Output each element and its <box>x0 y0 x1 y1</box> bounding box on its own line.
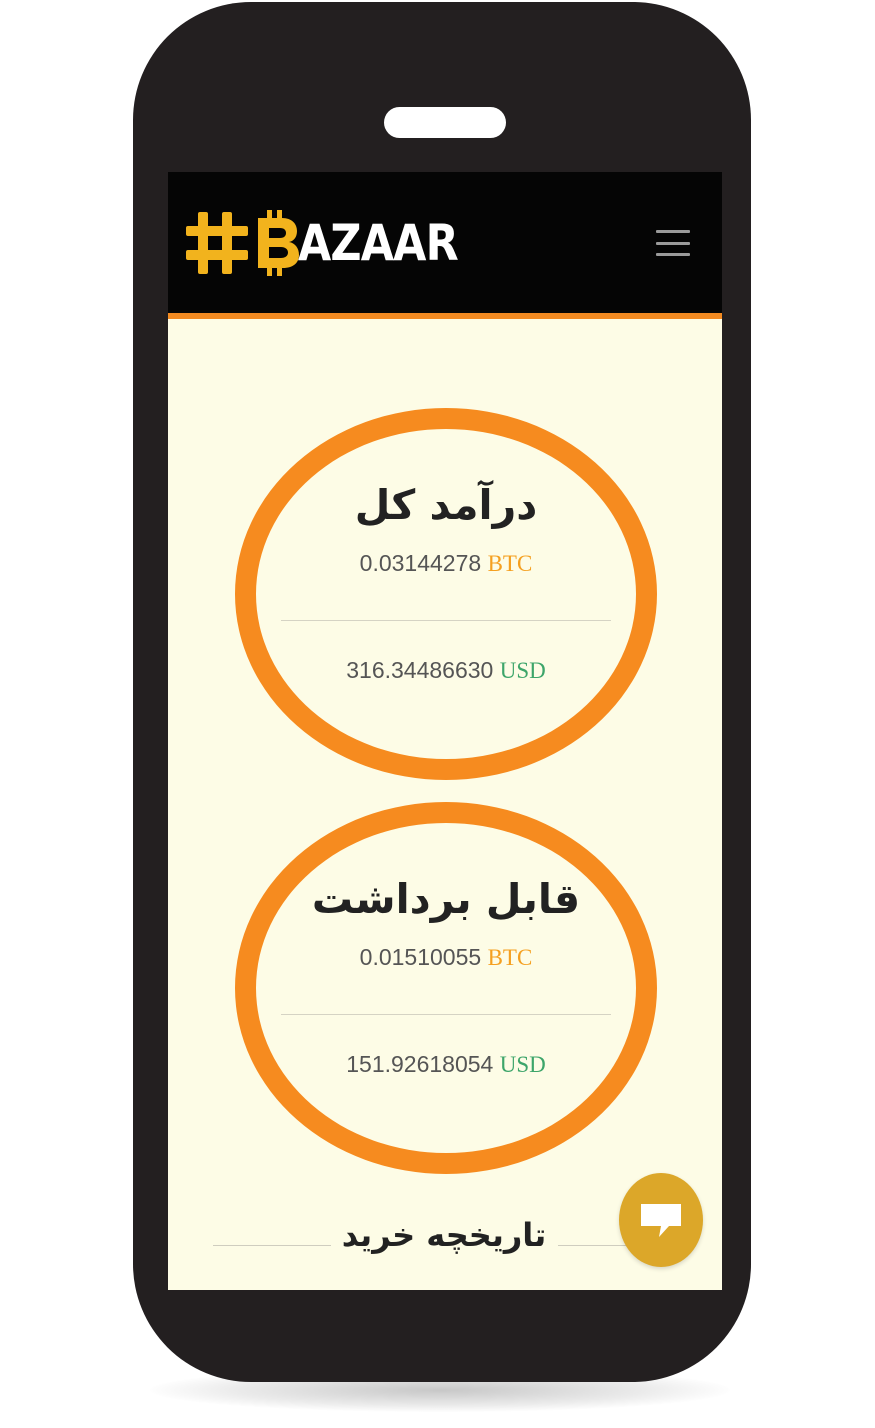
bazaar-logo[interactable]: AZAAR <box>186 208 484 278</box>
usd-unit: USD <box>499 1052 546 1077</box>
btc-amount: 0.01510055 BTC <box>256 944 636 971</box>
btc-value: 0.03144278 <box>359 550 482 576</box>
app-screen: AZAAR درآمد کل 0.03144278 BTC 316.344866… <box>168 172 722 1290</box>
chat-bubble-icon <box>641 1204 681 1237</box>
navbar-accent-border <box>168 313 722 319</box>
btc-unit: BTC <box>487 551 533 576</box>
menu-bar-top <box>656 230 690 233</box>
usd-value: 316.34486630 <box>346 657 494 683</box>
chat-button[interactable] <box>619 1173 703 1267</box>
purchase-history-heading: تاریخچه خرید <box>213 1212 633 1272</box>
heading-rule-right <box>558 1245 633 1246</box>
usd-amount: 316.34486630 USD <box>256 657 636 684</box>
hash-icon <box>186 212 248 274</box>
btc-value: 0.01510055 <box>359 944 482 970</box>
btc-unit: BTC <box>487 945 533 970</box>
menu-bar-middle <box>656 241 690 245</box>
heading-rule-left <box>213 1245 331 1246</box>
card-divider <box>281 620 611 621</box>
total-income-card: درآمد کل 0.03144278 BTC 316.34486630 USD <box>235 408 657 780</box>
top-navbar: AZAAR <box>168 172 722 313</box>
menu-bar-bottom <box>656 253 690 256</box>
usd-value: 151.92618054 <box>346 1051 494 1077</box>
card-title: قابل برداشت <box>311 875 581 923</box>
usd-amount: 151.92618054 USD <box>256 1051 636 1078</box>
btc-amount: 0.03144278 BTC <box>256 550 636 577</box>
usd-unit: USD <box>499 658 546 683</box>
bitcoin-b-icon <box>258 210 299 276</box>
hamburger-menu-icon[interactable] <box>656 230 690 256</box>
card-divider <box>281 1014 611 1015</box>
section-title: تاریخچه خرید <box>341 1216 547 1254</box>
withdrawable-card: قابل برداشت 0.01510055 BTC 151.92618054 … <box>235 802 657 1174</box>
card-title: درآمد کل <box>354 481 538 529</box>
phone-speaker <box>384 107 506 138</box>
logo-text: AZAAR <box>298 214 459 272</box>
